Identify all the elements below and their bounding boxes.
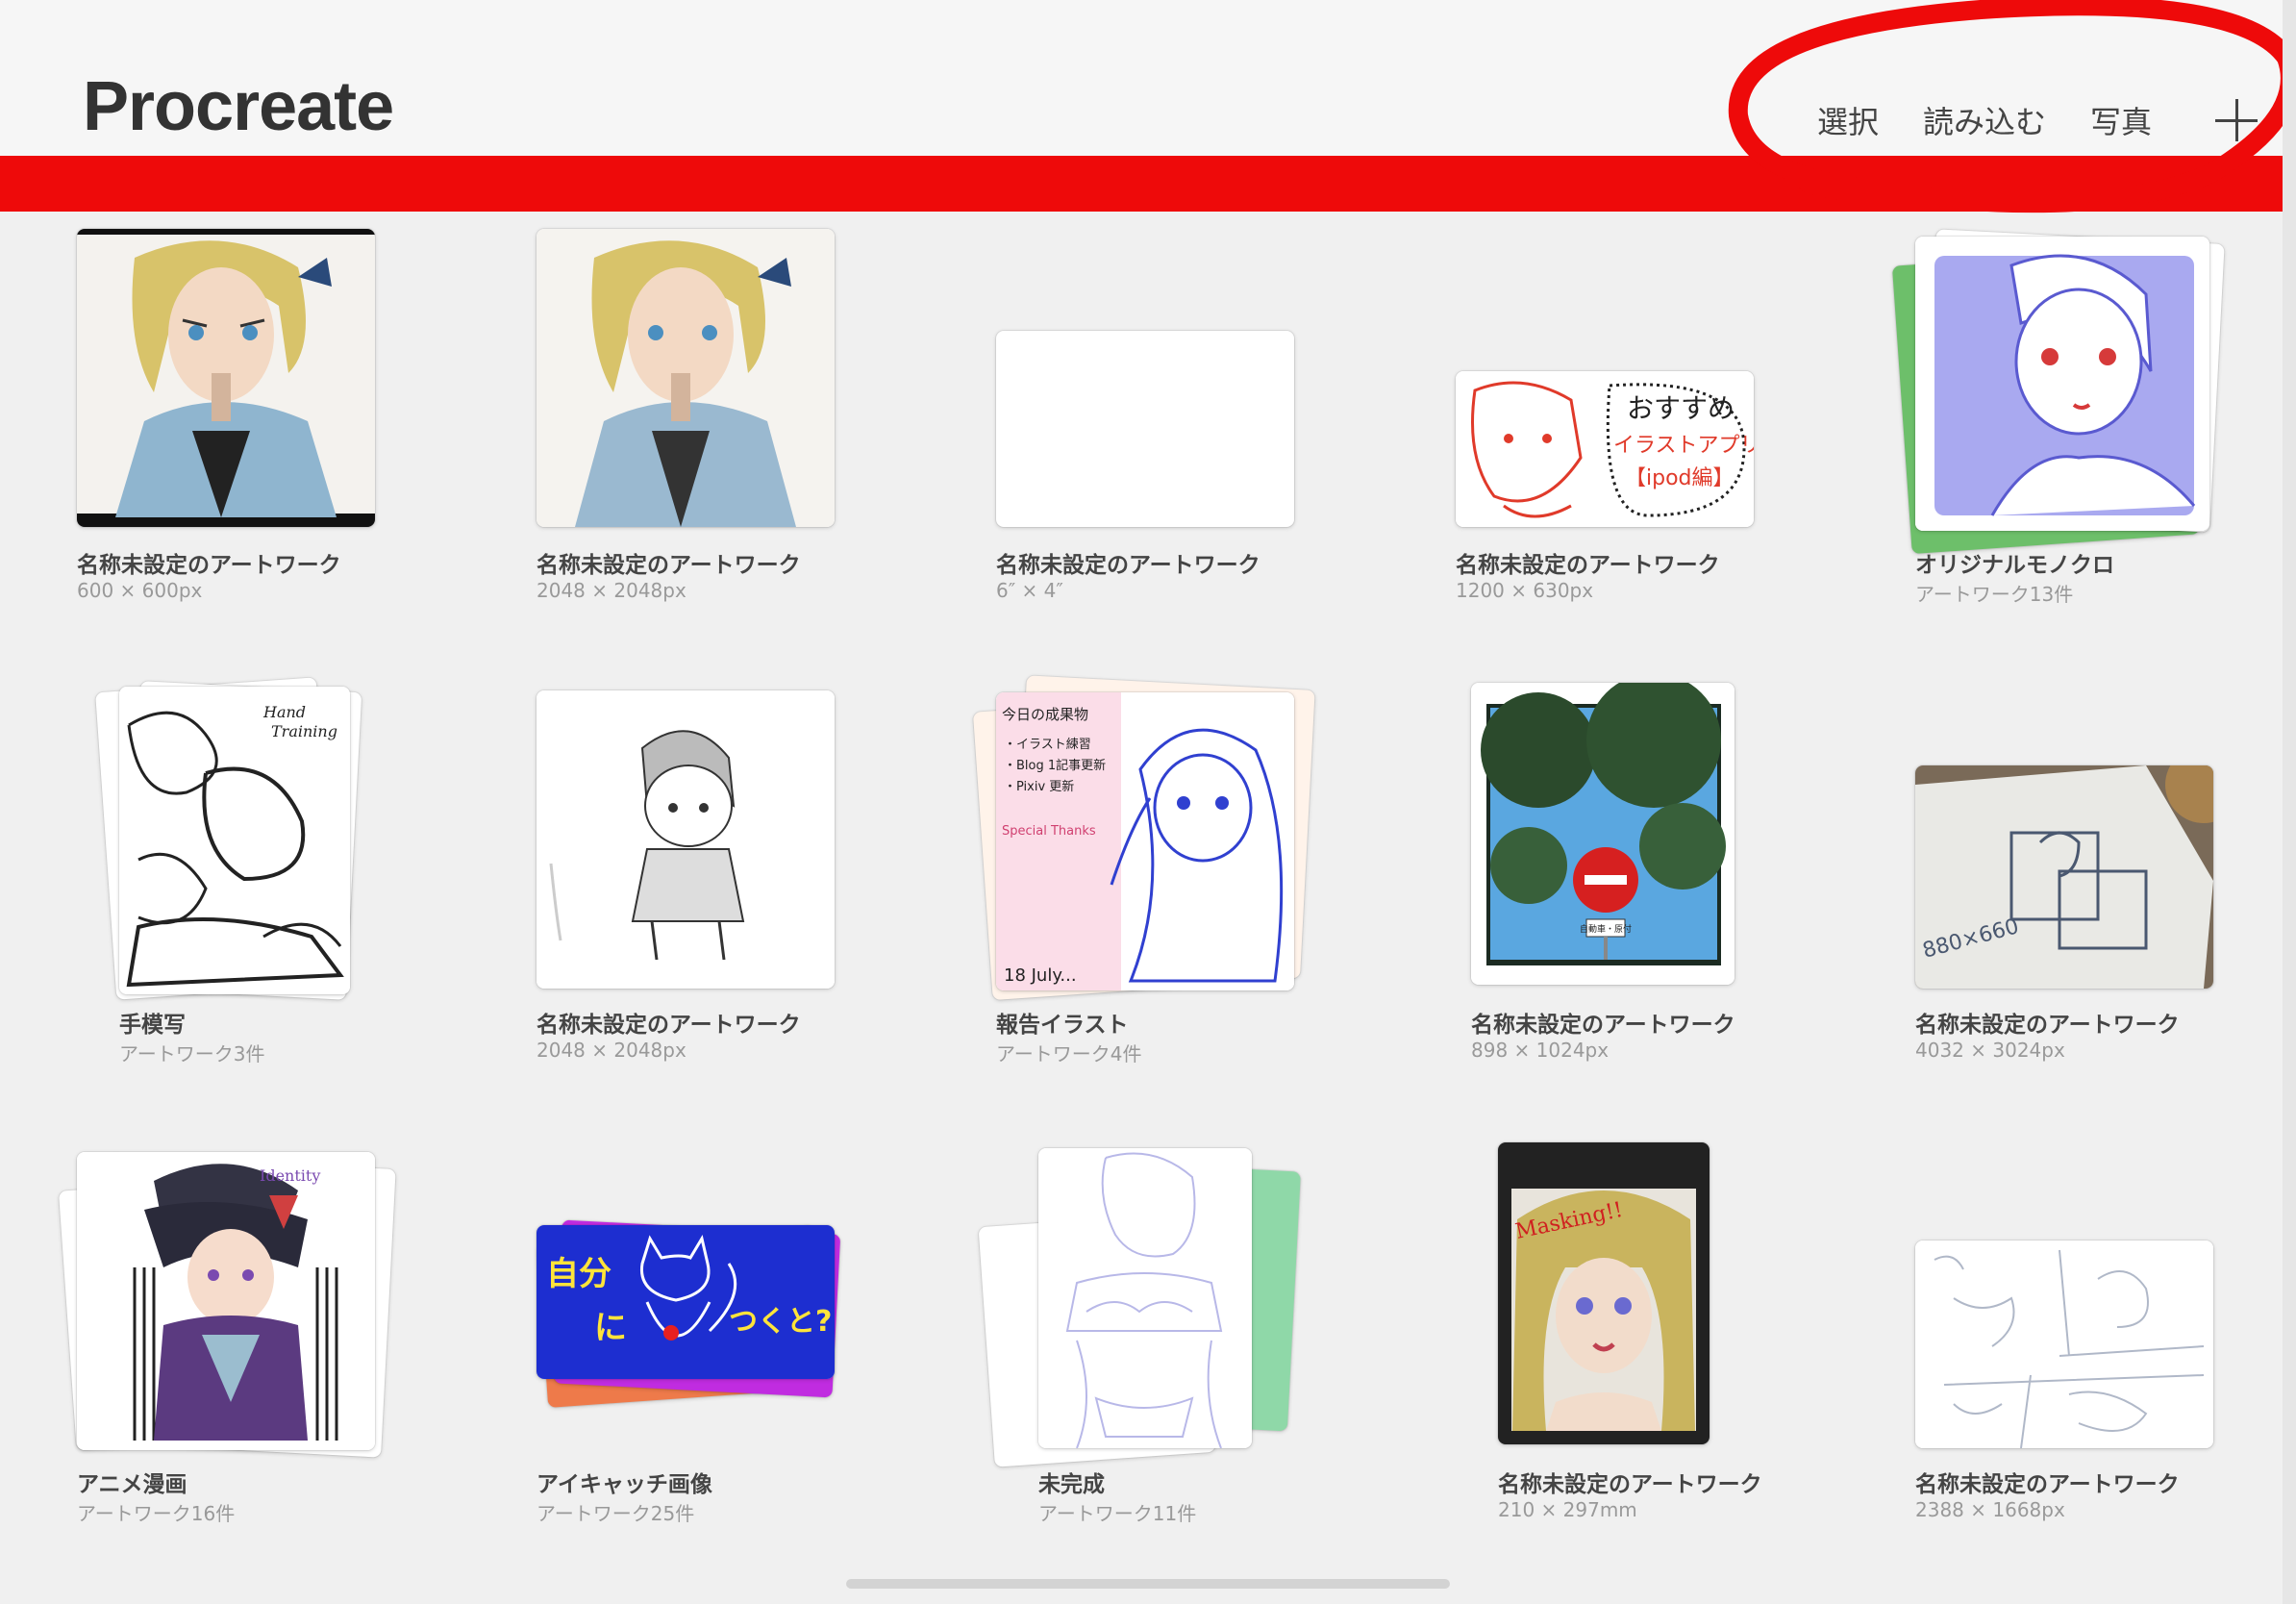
thumbnail-area[interactable]: Masking!! <box>1456 1142 1754 1454</box>
artwork-title: 名称未設定のアートワーク <box>537 1013 801 1038</box>
recommend-illustration: おすすめ イラストアプリ 【ipod編】 <box>1456 371 1754 527</box>
procreate-gallery-screen: Procreate 選択 読み込む 写真 名称未設定のアートワーク 600 × … <box>0 0 2296 1604</box>
artwork-size: 2388 × 1668px <box>1915 1498 2065 1521</box>
artwork-title: 名称未設定のアートワーク <box>1498 1472 1762 1497</box>
thumbnail-area[interactable]: 自動車・原付 <box>1456 683 1754 994</box>
artwork-size: 4032 × 3024px <box>1915 1039 2065 1062</box>
stack-title: 未完成 <box>1038 1472 1105 1497</box>
scrollbar[interactable] <box>2283 0 2296 1604</box>
artwork-thumbnail[interactable]: Masking!! <box>1498 1142 1710 1444</box>
thumbnail-area[interactable] <box>1891 227 2225 555</box>
stack-title: アニメ漫画 <box>77 1472 187 1497</box>
artwork-title: 名称未設定のアートワーク <box>1456 553 1720 578</box>
thumb-text: ・Blog 1記事更新 <box>1004 758 1106 773</box>
artwork-title: 名称未設定のアートワーク <box>1915 1472 2180 1497</box>
stack-cover[interactable] <box>1915 237 2209 531</box>
thumbnail-area[interactable] <box>537 227 835 535</box>
artwork-thumbnail[interactable] <box>77 229 375 527</box>
thumb-text: に <box>594 1309 627 1347</box>
eyecatch-cat-illustration: 自分 に つくと? <box>537 1225 835 1379</box>
stack-title: 手模写 <box>119 1013 186 1038</box>
artwork-thumbnail[interactable]: 自動車・原付 <box>1471 683 1734 985</box>
thumbnail-area[interactable]: Hand Training <box>77 677 375 1000</box>
stack-count: アートワーク25件 <box>537 1502 695 1525</box>
stack-cover[interactable]: 今日の成果物 ・イラスト練習 ・Blog 1記事更新 ・Pixiv 更新 Spe… <box>996 692 1294 990</box>
artwork-size: 2048 × 2048px <box>537 579 686 602</box>
thumb-text: Identity <box>260 1166 320 1185</box>
thumbnail-area[interactable]: 自分 に つくと? <box>537 1146 841 1454</box>
thumbnail-area[interactable]: 880×660 <box>1915 687 2213 994</box>
stack-count: アートワーク13件 <box>1915 583 2074 606</box>
hand-sketch-drawing: Hand Training <box>119 687 350 994</box>
thumbnail-area[interactable]: おすすめ イラストアプリ 【ipod編】 <box>1456 227 1754 535</box>
rough-storyboard-sketch <box>1915 1241 2213 1448</box>
stack-count: アートワーク16件 <box>77 1502 236 1525</box>
artwork-size: 898 × 1024px <box>1471 1039 1610 1062</box>
thumb-text: 今日の成果物 <box>1002 706 1088 723</box>
stack-title: オリジナルモノクロ <box>1915 553 2114 578</box>
thumbnail-area[interactable] <box>1915 1146 2213 1454</box>
artwork-size: 600 × 600px <box>77 579 203 602</box>
thumb-text: ・Pixiv 更新 <box>1004 779 1074 794</box>
artwork-size: 2048 × 2048px <box>537 1039 686 1062</box>
thumbnail-area[interactable]: Identity <box>58 1146 396 1458</box>
artwork-thumbnail[interactable] <box>1915 1241 2213 1448</box>
blank-artwork-thumbnail[interactable] <box>996 331 1294 527</box>
anime-girl-drawing <box>77 235 375 517</box>
stack-count: アートワーク11件 <box>1038 1502 1197 1525</box>
thumb-text: 【ipod編】 <box>1625 466 1734 490</box>
stack-cover[interactable]: Identity <box>77 1152 375 1450</box>
artwork-title: 名称未設定のアートワーク <box>1471 1013 1735 1038</box>
thumb-text: Special Thanks <box>1002 824 1096 839</box>
thumb-text: 自分 <box>546 1255 611 1293</box>
artwork-thumbnail[interactable]: おすすめ イラストアプリ 【ipod編】 <box>1456 371 1754 527</box>
artwork-thumbnail[interactable] <box>537 229 835 527</box>
stack-count: アートワーク3件 <box>119 1042 265 1065</box>
thumb-text: Hand <box>262 703 306 721</box>
thumb-text: おすすめ <box>1627 392 1734 424</box>
thumb-text: つくと? <box>729 1305 832 1339</box>
stack-cover[interactable] <box>1038 1148 1252 1448</box>
masking-girl-drawing: Masking!! <box>1511 1189 1696 1431</box>
thumbnail-area[interactable] <box>978 1146 1301 1467</box>
artwork-thumbnail[interactable] <box>537 690 835 989</box>
stack-cover[interactable]: 自分 に つくと? <box>537 1225 835 1379</box>
unfinished-sketch <box>1038 1148 1252 1448</box>
stack-title: 報告イラスト <box>996 1013 1129 1038</box>
artwork-size: 6″ × 4″ <box>996 579 1063 602</box>
thumbnail-area[interactable] <box>77 227 375 535</box>
monochrome-girl-drawing <box>1915 237 2209 531</box>
stack-cover[interactable]: Hand Training <box>119 687 350 994</box>
artwork-size: 1200 × 630px <box>1456 579 1594 602</box>
report-illustration: 今日の成果物 ・イラスト練習 ・Blog 1記事更新 ・Pixiv 更新 Spe… <box>996 692 1294 990</box>
thumbnail-area[interactable]: 今日の成果物 ・イラスト練習 ・Blog 1記事更新 ・Pixiv 更新 Spe… <box>972 675 1315 1001</box>
thumb-text: 自動車・原付 <box>1580 923 1632 935</box>
artwork-title: 名称未設定のアートワーク <box>996 553 1260 578</box>
thumb-text: Training <box>271 722 337 740</box>
sketch-photo: 880×660 <box>1915 765 2213 989</box>
photo-sky-tree-sign: 自動車・原付 <box>1471 683 1734 985</box>
thumbnail-area[interactable] <box>996 227 1294 535</box>
anime-girl-drawing <box>537 229 835 527</box>
artwork-gallery: 名称未設定のアートワーク 600 × 600px 名称未設定のアートワーク 20… <box>0 0 2296 1604</box>
thumb-text: 18 July... <box>1004 965 1077 986</box>
artwork-thumbnail[interactable]: 880×660 <box>1915 765 2213 989</box>
stack-count: アートワーク4件 <box>996 1042 1142 1065</box>
artwork-title: 名称未設定のアートワーク <box>1915 1013 2180 1038</box>
thumb-text: イラストアプリ <box>1613 434 1754 458</box>
thumb-text: ・イラスト練習 <box>1004 738 1091 752</box>
artwork-size: 210 × 297mm <box>1498 1498 1637 1521</box>
artwork-title: 名称未設定のアートワーク <box>537 553 801 578</box>
artwork-title: 名称未設定のアートワーク <box>77 553 341 578</box>
chibi-boy-drawing <box>537 690 835 989</box>
stack-title: アイキャッチ画像 <box>537 1472 712 1497</box>
home-indicator[interactable] <box>846 1579 1450 1589</box>
anime-manga-drawing: Identity <box>77 1152 375 1450</box>
thumbnail-area[interactable] <box>537 687 835 994</box>
